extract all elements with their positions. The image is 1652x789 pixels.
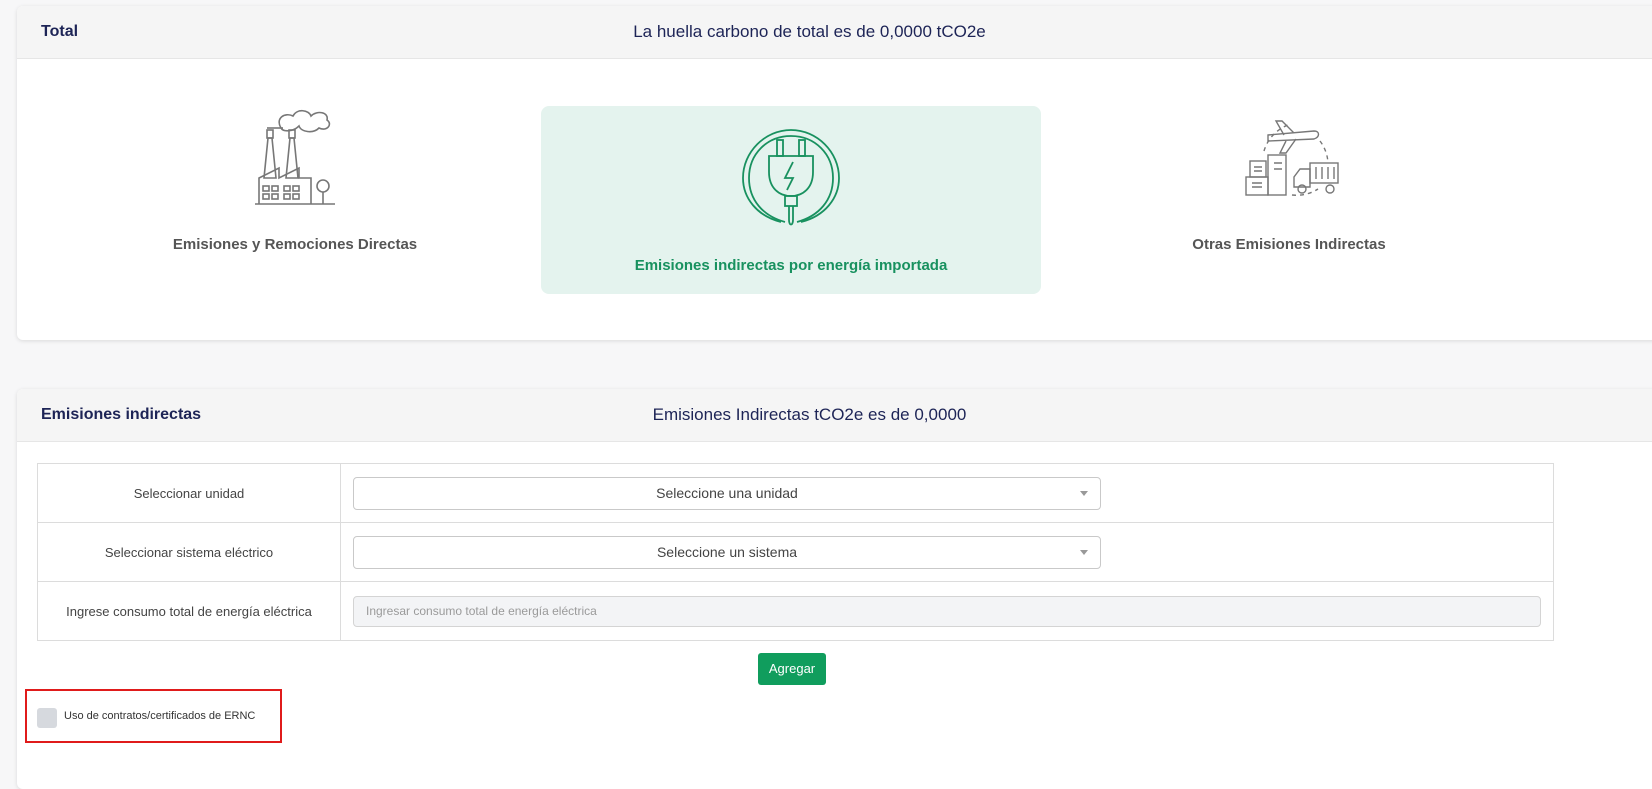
total-footprint-summary: La huella carbono de total es de 0,0000 …	[633, 22, 986, 41]
total-card-header: Total La huella carbono de total es de 0…	[17, 6, 1652, 59]
option-indirect-energy-emissions-label: Emisiones indirectas por energía importa…	[634, 257, 948, 274]
total-card: Total La huella carbono de total es de 0…	[17, 6, 1652, 340]
chevron-down-icon	[1080, 490, 1088, 496]
energy-consumption-input[interactable]	[353, 595, 1541, 627]
form-row-energy-consumption: Ingrese consumo total de energía eléctri…	[37, 581, 1554, 641]
ernc-checkbox-highlight: Uso de contratos/certificados de ERNC	[25, 689, 282, 743]
electric-system-select-value: Seleccione un sistema	[656, 543, 798, 560]
factory-icon	[253, 106, 337, 211]
option-other-indirect-emissions-label: Otras Emisiones Indirectas	[1192, 236, 1386, 253]
indirect-emissions-summary: Emisiones Indirectas tCO2e es de 0,0000	[652, 405, 967, 424]
emission-category-options: Emisiones y Remociones Directas Emisione…	[17, 106, 1602, 294]
indirect-emissions-form: Seleccionar unidad Seleccione una unidad…	[37, 463, 1554, 641]
transport-logistics-icon	[1234, 111, 1344, 208]
indirect-emissions-card: Emisiones indirectas Emisiones Indirecta…	[17, 389, 1652, 789]
ernc-checkbox-label[interactable]: Uso de contratos/certificados de ERNC	[64, 710, 255, 722]
form-row-unit: Seleccionar unidad Seleccione una unidad	[37, 463, 1554, 523]
unit-select-value: Seleccione una unidad	[656, 484, 798, 501]
electric-system-label: Seleccionar sistema eléctrico	[37, 522, 341, 582]
add-button[interactable]: Agregar	[758, 653, 826, 685]
form-row-electric-system: Seleccionar sistema eléctrico Seleccione…	[37, 522, 1554, 582]
option-direct-emissions[interactable]: Emisiones y Remociones Directas	[45, 106, 545, 294]
plug-icon	[739, 126, 843, 235]
unit-label: Seleccionar unidad	[37, 463, 341, 523]
option-indirect-energy-emissions[interactable]: Emisiones indirectas por energía importa…	[541, 106, 1041, 294]
indirect-emissions-header: Emisiones indirectas Emisiones Indirecta…	[17, 389, 1652, 442]
option-direct-emissions-label: Emisiones y Remociones Directas	[172, 236, 418, 253]
electric-system-select[interactable]: Seleccione un sistema	[353, 535, 1101, 569]
unit-select[interactable]: Seleccione una unidad	[353, 476, 1101, 510]
energy-consumption-label: Ingrese consumo total de energía eléctri…	[37, 581, 341, 641]
ernc-checkbox[interactable]	[37, 708, 57, 728]
option-other-indirect-emissions[interactable]: Otras Emisiones Indirectas	[1039, 106, 1539, 294]
chevron-down-icon	[1080, 549, 1088, 555]
